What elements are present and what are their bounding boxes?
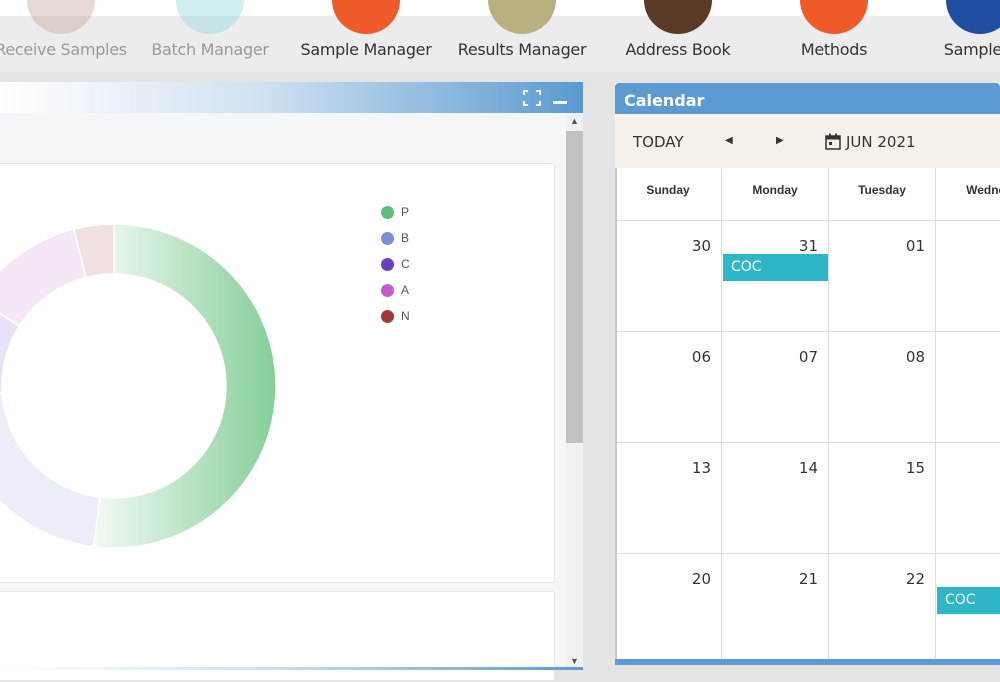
calendar-day-cell[interactable] (936, 332, 1000, 443)
chart-panel-body: PBCAN (0, 113, 566, 681)
launcher-app-icon (488, 0, 556, 34)
day-number: 30 (691, 237, 711, 255)
day-number: 01 (905, 237, 925, 255)
donut-chart-card: PBCAN (0, 163, 555, 583)
day-header: Monday (722, 168, 829, 221)
launcher-app-icon (644, 0, 712, 34)
calendar-day-cell[interactable]: 06 (615, 332, 722, 443)
chart-scrollbar[interactable]: ▲ ▼ (566, 113, 583, 670)
day-number: 08 (905, 348, 925, 366)
calendar-icon[interactable] (825, 133, 841, 155)
calendar-day-cell[interactable]: 20 (615, 554, 722, 665)
calendar-panel: Calendar TODAY ◀ ▶ JUN 2021 Sunday Monday… (615, 83, 1000, 665)
launcher-5[interactable]: Methods (764, 0, 904, 72)
calendar-day-cell[interactable]: 13 (615, 443, 722, 554)
day-number: 06 (691, 348, 711, 366)
scroll-up-icon[interactable]: ▲ (566, 113, 583, 129)
donut-slice-P[interactable] (92, 223, 277, 549)
calendar-day-cell[interactable]: 21 (722, 554, 829, 665)
calendar-day-cell[interactable]: 14 (722, 443, 829, 554)
launcher-label: Address Book (625, 40, 731, 59)
day-header: Wednes (936, 168, 1000, 221)
day-number: 14 (798, 459, 818, 477)
launcher-6[interactable]: Sample T (920, 0, 1000, 72)
legend-dot-icon (381, 206, 394, 219)
legend-dot-icon (381, 258, 394, 271)
launcher-label: Results Manager (457, 40, 587, 59)
scroll-thumb[interactable] (566, 131, 583, 443)
calendar-day-cell[interactable] (936, 221, 1000, 332)
chart-panel-footer (0, 667, 583, 670)
day-header: Sunday (615, 168, 722, 221)
prev-arrow-icon[interactable]: ◀ (725, 135, 733, 146)
calendar-toolbar: TODAY ◀ ▶ JUN 2021 (615, 114, 1000, 168)
day-header: Tuesday (829, 168, 936, 221)
chart-panel: PBCAN ▲ ▼ (0, 82, 583, 681)
legend-label: A (401, 283, 410, 297)
fullscreen-icon[interactable] (523, 90, 541, 110)
launcher-app-icon (800, 0, 868, 34)
donut-slice-A[interactable] (0, 228, 88, 328)
calendar-day-cell[interactable]: 01 (829, 221, 936, 332)
calendar-grid: SundayMondayTuesdayWednes 30 31 01 06 07 08 13 1… (615, 168, 1000, 665)
calendar-day-cell[interactable]: 30 (615, 221, 722, 332)
launcher-3[interactable]: Results Manager (452, 0, 592, 72)
calendar-day-cell[interactable]: 15 (829, 443, 936, 554)
launcher-label: Receive Samples (0, 40, 127, 59)
launcher-4[interactable]: Address Book (608, 0, 748, 72)
launcher-app-icon (332, 0, 400, 34)
legend-label: N (401, 309, 410, 323)
calendar-left-border (615, 168, 617, 659)
legend-dot-icon (381, 284, 394, 297)
calendar-day-cell[interactable]: 08 (829, 332, 936, 443)
day-number: 07 (798, 348, 818, 366)
next-arrow-icon[interactable]: ▶ (776, 135, 784, 146)
day-number: 20 (691, 570, 711, 588)
calendar-header: Calendar (615, 83, 1000, 114)
day-number: 21 (798, 570, 818, 588)
launcher-1[interactable]: Batch Manager (140, 0, 280, 72)
today-button[interactable]: TODAY (633, 133, 684, 151)
legend-label: C (401, 257, 410, 271)
day-number: 31 (798, 237, 818, 255)
calendar-event[interactable]: COC (723, 254, 828, 281)
day-number: 13 (691, 459, 711, 477)
minimize-icon[interactable] (552, 90, 568, 110)
calendar-footer (615, 659, 1000, 665)
day-number: 15 (905, 459, 925, 477)
legend-label: B (401, 231, 410, 245)
app-launcher-bar: Receive Samples Batch Manager Sample Manag… (0, 0, 1000, 72)
legend-dot-icon (381, 310, 394, 323)
calendar-day-cell[interactable]: 22 (829, 554, 936, 665)
launcher-app-icon (27, 0, 95, 34)
calendar-title: Calendar (624, 91, 705, 110)
donut-chart (0, 223, 277, 549)
chart-panel-header (0, 82, 583, 113)
launcher-label: Sample T (943, 40, 1000, 59)
launcher-0[interactable]: Receive Samples (0, 0, 146, 72)
launcher-2[interactable]: Sample Manager (296, 0, 436, 72)
legend-dot-icon (381, 232, 394, 245)
month-label[interactable]: JUN 2021 (846, 133, 916, 151)
donut-slice-B[interactable] (0, 392, 101, 548)
calendar-day-cell[interactable]: 07 (722, 332, 829, 443)
launcher-app-icon (176, 0, 244, 34)
calendar-day-cell[interactable] (936, 443, 1000, 554)
calendar-event[interactable]: COC (937, 587, 1000, 614)
launcher-label: Methods (800, 40, 868, 59)
launcher-app-icon (946, 0, 1000, 34)
legend-label: P (401, 205, 410, 219)
launcher-label: Sample Manager (300, 40, 432, 59)
launcher-label: Batch Manager (151, 40, 269, 59)
day-number: 22 (905, 570, 925, 588)
